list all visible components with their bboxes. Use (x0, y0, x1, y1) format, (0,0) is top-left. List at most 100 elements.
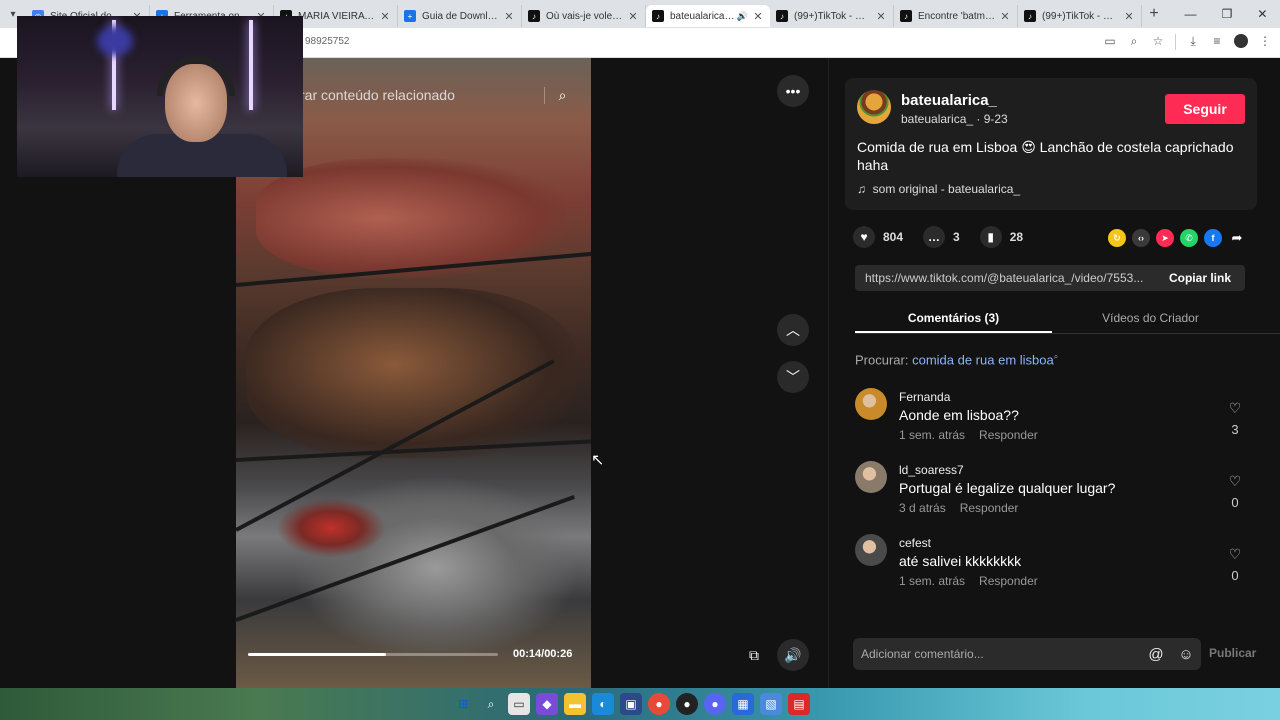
discord-icon[interactable]: ● (704, 693, 726, 715)
copy-link-button[interactable]: Copiar link (1155, 271, 1245, 285)
tab-audio-icon[interactable]: 🔊 (737, 11, 748, 22)
app-icon[interactable]: ▤ (788, 693, 810, 715)
commenter-avatar[interactable] (855, 461, 887, 493)
browser-tab[interactable]: ♪ Encontre 'batman ed ✕ (894, 5, 1018, 27)
mention-icon[interactable]: @ (1141, 646, 1171, 663)
whatsapp-icon[interactable]: ✆ (1180, 229, 1198, 247)
comment-meta: 1 sem. atrás Responder (899, 428, 1038, 442)
follow-button[interactable]: Seguir (1165, 94, 1245, 124)
search-suggestion: Procurar: comida de rua em lisboa⌕ (855, 352, 1058, 367)
like-icon[interactable]: ♥ (853, 226, 875, 248)
chrome-icon[interactable]: ● (648, 693, 670, 715)
commenter-avatar[interactable] (855, 534, 887, 566)
mini-player-icon[interactable]: ⧉ (738, 639, 770, 671)
minimize-icon[interactable]: — (1185, 7, 1197, 21)
cast-icon[interactable]: ▭ (1103, 34, 1117, 51)
url-text[interactable]: 98925752 (305, 36, 350, 47)
tiktok-icon: ♪ (1024, 10, 1036, 22)
zoom-icon[interactable]: ⌕ (1127, 34, 1141, 51)
comment-like-icon[interactable]: ♡ (1225, 546, 1245, 563)
reply-button[interactable]: Responder (979, 574, 1038, 588)
volume-icon[interactable]: 🔊 (777, 639, 809, 671)
related-search-bar[interactable]: rar conteúdo relacionado ⌕ (290, 80, 580, 110)
close-tab-icon[interactable]: ✕ (875, 10, 887, 23)
music-note-icon: ♫ (857, 182, 866, 196)
close-tab-icon[interactable]: ✕ (1123, 10, 1135, 23)
music-info[interactable]: ♫ som original - bateualarica_ (857, 182, 1020, 196)
previous-video-icon[interactable]: ︿ (777, 314, 809, 346)
emoji-icon[interactable]: ☺ (1171, 646, 1201, 663)
commenter-username[interactable]: cefest (899, 536, 931, 550)
close-tab-icon[interactable]: ✕ (627, 10, 639, 23)
publish-button[interactable]: Publicar (1209, 646, 1256, 660)
close-window-icon[interactable]: ✕ (1257, 7, 1267, 21)
taskbar-apps: ⊞ ⌕ ▭ ◆ ▬ ◐ ▣ ● ● ● ▦ ▧ ▤ (452, 693, 810, 715)
comment-like-icon[interactable]: ♡ (1225, 400, 1245, 417)
search-icon[interactable]: ⌕ (544, 86, 580, 104)
browser-tab[interactable]: ♪ (99+)TikTok - Make Y ✕ (770, 5, 894, 27)
comment-like-count: 0 (1231, 495, 1239, 510)
browser-tab-title: Où vais-je voler main (546, 10, 623, 22)
more-options-icon[interactable]: ••• (777, 75, 809, 107)
new-tab-icon[interactable]: + (1142, 5, 1166, 23)
creator-avatar[interactable] (857, 90, 891, 124)
music-title: som original - bateualarica_ (872, 182, 1021, 196)
bookmark-icon[interactable]: ▮ (979, 226, 1002, 248)
mouse-cursor-icon: ↖ (591, 452, 605, 469)
maximize-icon[interactable]: ❐ (1222, 7, 1233, 21)
video-link-text[interactable]: https://www.tiktok.com/@bateualarica_/vi… (855, 271, 1155, 285)
tab-comments[interactable]: Comentários (3) (855, 304, 1052, 333)
browser-tab[interactable]: + Guia de Download ✕ (398, 5, 522, 27)
tiktok-icon: ♪ (528, 10, 540, 22)
commenter-username[interactable]: ld_soaress7 (899, 463, 964, 477)
repost-icon[interactable]: ↻ (1108, 229, 1126, 247)
more-menu-icon[interactable]: ⋮ (1258, 34, 1272, 51)
close-tab-icon[interactable]: ✕ (752, 10, 764, 23)
creator-handle-date: bateualarica_ · 9-23 (901, 112, 1008, 126)
taskbar-search-icon[interactable]: ⌕ (480, 693, 502, 715)
bookmark-star-icon[interactable]: ☆ (1151, 34, 1165, 51)
app-icon[interactable]: ◆ (536, 693, 558, 715)
reading-list-icon[interactable]: ≡ (1210, 34, 1224, 51)
comment-text: até salivei kkkkkkkk (899, 553, 1022, 569)
comment-meta: 3 d atrás Responder (899, 501, 1018, 515)
windows-start-icon[interactable]: ⊞ (452, 693, 474, 715)
reply-button[interactable]: Responder (979, 428, 1038, 442)
video-progress-bar[interactable] (248, 653, 498, 656)
reply-button[interactable]: Responder (960, 501, 1019, 515)
file-explorer-icon[interactable]: ▬ (564, 693, 586, 715)
creator-username[interactable]: bateualarica_ (901, 92, 997, 109)
share-arrow-icon[interactable]: ➦ (1228, 229, 1246, 247)
app-icon[interactable]: ▣ (620, 693, 642, 715)
browser-tab-title: bateualarica_ (@ (670, 10, 735, 22)
comment-like-icon[interactable]: ♡ (1225, 473, 1245, 490)
video-frame-embers (276, 498, 386, 558)
commenter-username[interactable]: Fernanda (899, 390, 950, 404)
panel-tabs: Comentários (3) Vídeos do Criador (855, 304, 1280, 334)
facebook-icon[interactable]: f (1204, 229, 1222, 247)
browser-tab[interactable]: ♪ (99+)TikTok - Make Y ✕ (1018, 5, 1142, 27)
close-tab-icon[interactable]: ✕ (503, 10, 515, 23)
edge-icon[interactable]: ◐ (592, 693, 614, 715)
profile-icon[interactable] (1234, 34, 1248, 51)
tab-creator-videos[interactable]: Vídeos do Criador (1052, 304, 1249, 333)
commenter-avatar[interactable] (855, 388, 887, 420)
close-tab-icon[interactable]: ✕ (999, 10, 1011, 23)
comment-input[interactable]: Adicionar comentário... @ ☺ (853, 638, 1201, 670)
search-suggestion-keyword[interactable]: comida de rua em lisboa (912, 352, 1054, 367)
download-icon[interactable]: ⤓ (1186, 34, 1200, 51)
embed-icon[interactable]: ‹› (1132, 229, 1150, 247)
app-icon[interactable]: ▦ (732, 693, 754, 715)
browser-tab[interactable]: ♪ bateualarica_ (@🔊 ✕ (646, 5, 770, 27)
close-tab-icon[interactable]: ✕ (379, 10, 391, 23)
github-icon[interactable]: ● (676, 693, 698, 715)
app-icon[interactable]: ▧ (760, 693, 782, 715)
search-small-icon: ⌕ (1053, 352, 1059, 361)
comment-time: 1 sem. atrás (899, 574, 966, 588)
next-video-icon[interactable]: ﹀ (777, 361, 809, 393)
browser-tab[interactable]: ♪ Où vais-je voler main ✕ (522, 5, 646, 27)
comment-text: Portugal é legalize qualquer lugar? (899, 480, 1116, 496)
send-icon[interactable]: ➤ (1156, 229, 1174, 247)
comment-icon[interactable]: … (923, 226, 946, 248)
task-view-icon[interactable]: ▭ (508, 693, 530, 715)
